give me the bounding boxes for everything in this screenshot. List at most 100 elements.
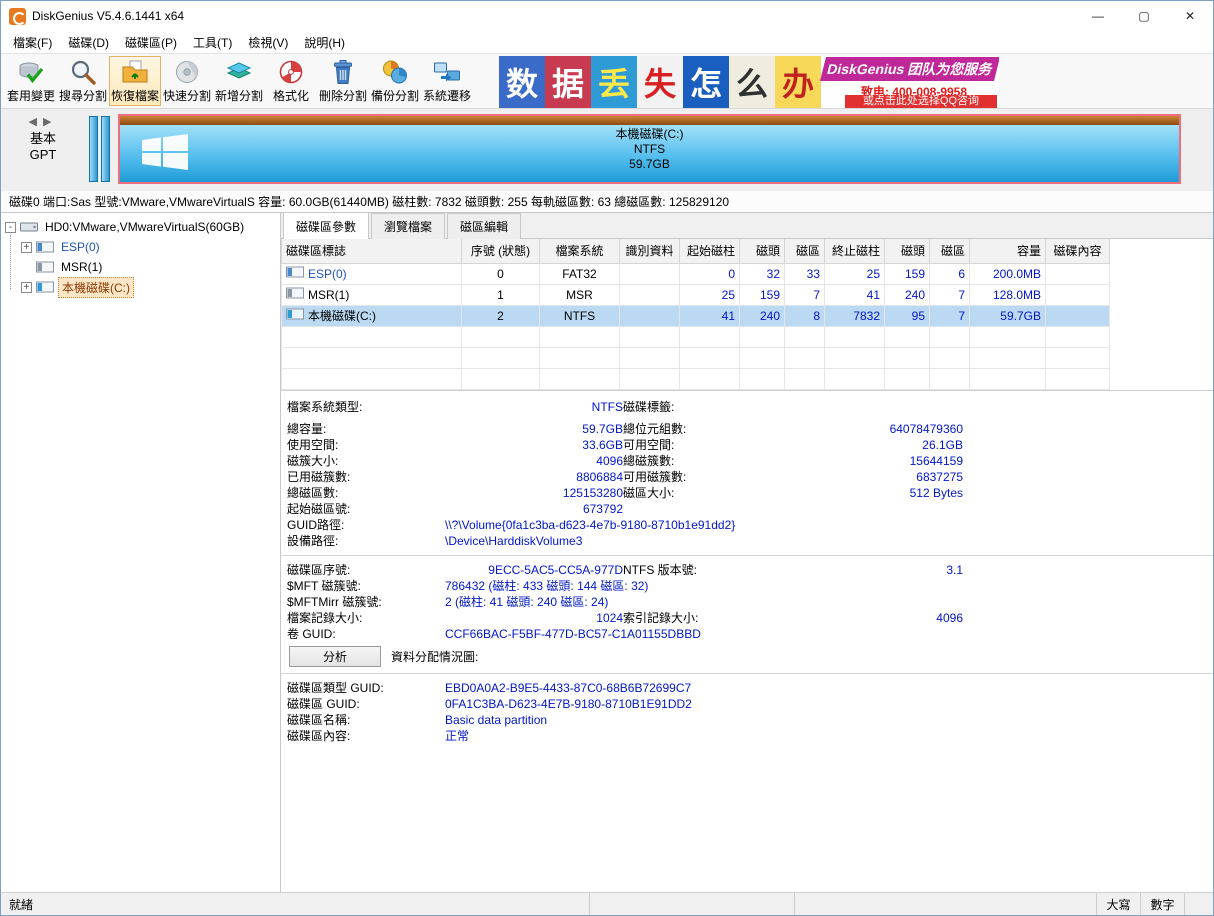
status-bar: 就緒 大寫 數字	[1, 892, 1213, 915]
toolbar-label: 套用變更	[7, 87, 55, 104]
quick-partition-button[interactable]: 快速分割	[161, 56, 213, 106]
partition-table: 磁碟區標誌 序號 (狀態) 檔案系統 識別資料 起始磁柱 磁頭 磁區 終止磁柱 …	[281, 239, 1110, 390]
search-partition-button[interactable]: 搜尋分割	[57, 56, 109, 106]
menu-tools[interactable]: 工具(T)	[185, 32, 240, 53]
tab-browse-files[interactable]: 瀏覽檔案	[371, 213, 445, 239]
tree-item-local-c[interactable]: + 本機磁碟(C:)	[5, 277, 280, 297]
toolbar-label: 恢復檔案	[111, 87, 159, 104]
menu-help[interactable]: 說明(H)	[296, 32, 353, 53]
table-empty-row	[282, 368, 1110, 389]
quick-partition-icon	[173, 58, 201, 86]
expand-icon[interactable]: +	[21, 282, 32, 293]
detail-row: GUID路徑:\\?\Volume{0fa1c3ba-d623-4e7b-918…	[287, 517, 1213, 533]
detail-row: 磁碟區內容:正常	[287, 728, 1213, 744]
detail-row: 使用空間:33.6GB可用空間:26.1GB	[287, 437, 1213, 453]
banner-char: 怎	[683, 56, 729, 108]
disk-nav-arrows[interactable]: ◀▶	[1, 115, 85, 128]
banner-qq-link[interactable]: 或点击此处选择QQ咨询	[845, 95, 997, 108]
tree-connector-line	[10, 235, 11, 289]
status-ready: 就緒	[1, 893, 589, 915]
app-window: DiskGenius V5.4.6.1441 x64 — ▢ ✕ 檔案(F) 磁…	[0, 0, 1214, 916]
partition-icon	[286, 287, 304, 302]
tab-sector-edit[interactable]: 磁區編輯	[447, 213, 521, 239]
detail-row: 磁碟區名稱:Basic data partition	[287, 712, 1213, 728]
apply-changes-button[interactable]: 套用變更	[5, 56, 57, 106]
table-row-esp[interactable]: ESP(0) 0 FAT32 0 32 33 25 159 6 200.0MB	[282, 263, 1110, 284]
recover-files-button[interactable]: 恢復檔案	[109, 56, 161, 106]
arrow-left-icon[interactable]: ◀	[29, 116, 43, 128]
table-header-row: 磁碟區標誌 序號 (狀態) 檔案系統 識別資料 起始磁柱 磁頭 磁區 終止磁柱 …	[282, 239, 1110, 263]
partition-details-panel: 檔案系統類型: NTFS 磁碟標籤: 總容量:59.7GB總位元組數:64078…	[281, 391, 1213, 893]
apply-changes-icon	[17, 58, 45, 86]
col-header: 磁區	[785, 239, 825, 263]
analyze-row: 分析 資料分配情況圖:	[289, 646, 1213, 667]
minimize-button[interactable]: —	[1075, 1, 1121, 31]
detail-row: 磁簇大小:4096總磁簇數:15644159	[287, 453, 1213, 469]
toolbar-label: 快速分割	[163, 87, 211, 104]
menu-view[interactable]: 檢視(V)	[240, 32, 296, 53]
banner-promo-area: DiskGenius 团队为您服务 致电: 400-008-9958 或点击此处…	[821, 56, 999, 108]
format-button[interactable]: 格式化	[265, 56, 317, 106]
window-title: DiskGenius V5.4.6.1441 x64	[32, 9, 184, 23]
partition-name-cell: ESP(0)	[308, 267, 347, 281]
detail-row: 設備路徑:\Device\HarddiskVolume3	[287, 533, 1213, 549]
partition-body: 本機磁碟(C:) NTFS 59.7GB	[120, 125, 1179, 182]
analyze-button[interactable]: 分析	[289, 646, 381, 667]
detail-row: 起始磁區號:673792	[287, 501, 1213, 517]
partition-size: 59.7GB	[120, 157, 1179, 172]
maximize-button[interactable]: ▢	[1121, 1, 1167, 31]
partition-table-wrap: 磁碟區標誌 序號 (狀態) 檔案系統 識別資料 起始磁柱 磁頭 磁區 終止磁柱 …	[281, 239, 1213, 391]
detail-row: 磁碟區序號:9ECC-5AC5-CC5A-977DNTFS 版本號:3.1	[287, 562, 1213, 578]
delete-partition-button[interactable]: 刪除分割	[317, 56, 369, 106]
detail-row: 卷 GUID:CCF66BAC-F5BF-477D-BC57-C1A01155D…	[287, 626, 1213, 642]
allocation-map-label: 資料分配情況圖:	[391, 648, 478, 665]
toolbar-label: 格式化	[273, 87, 309, 104]
partition-fs: NTFS	[120, 142, 1179, 157]
table-row-msr[interactable]: MSR(1) 1 MSR 25 159 7 41 240 7 128.0MB	[282, 284, 1110, 305]
collapse-icon[interactable]: -	[5, 222, 16, 233]
toolbar-label: 備份分割	[371, 87, 419, 104]
disk-icon	[20, 220, 38, 234]
arrow-right-icon[interactable]: ▶	[43, 116, 57, 128]
section-divider	[281, 555, 1213, 556]
partition-icon	[36, 241, 54, 253]
msr-mini-partition[interactable]	[101, 116, 110, 182]
tree-item-label[interactable]: ESP(0)	[58, 239, 103, 255]
disk-scheme-label: GPT	[1, 147, 85, 163]
col-header: 磁頭	[740, 239, 785, 263]
title-bar: DiskGenius V5.4.6.1441 x64 — ▢ ✕	[1, 1, 1213, 31]
tree-root-label[interactable]: HD0:VMware,VMwareVirtualS(60GB)	[42, 219, 247, 235]
banner-tiles: 数 据 丢 失 怎 么 办	[499, 56, 821, 108]
table-empty-row	[282, 347, 1110, 368]
toolbar-label: 刪除分割	[319, 87, 367, 104]
menu-disk[interactable]: 磁碟(D)	[60, 32, 117, 53]
system-migration-button[interactable]: 系統遷移	[421, 56, 473, 106]
tree-item-label[interactable]: 本機磁碟(C:)	[58, 277, 134, 298]
status-resize-grip[interactable]	[1184, 893, 1213, 915]
tree-root-disk[interactable]: - HD0:VMware,VMwareVirtualS(60GB)	[5, 217, 280, 237]
tree-item-msr[interactable]: MSR(1)	[5, 257, 280, 277]
col-header: 磁碟區標誌	[282, 239, 462, 263]
tree-item-esp[interactable]: + ESP(0)	[5, 237, 280, 257]
toolbar-label: 新增分割	[215, 87, 263, 104]
search-icon	[69, 58, 97, 86]
banner-team-text: DiskGenius 团队为您服务	[820, 57, 999, 81]
menu-file[interactable]: 檔案(F)	[5, 32, 60, 53]
partition-c-bar[interactable]: 本機磁碟(C:) NTFS 59.7GB	[118, 114, 1181, 184]
close-button[interactable]: ✕	[1167, 1, 1213, 31]
promo-banner[interactable]: 数 据 丢 失 怎 么 办 DiskGenius 团队为您服务 致电: 400-…	[499, 56, 999, 108]
partition-label-block: 本機磁碟(C:) NTFS 59.7GB	[120, 127, 1179, 172]
menu-partition[interactable]: 磁碟區(P)	[117, 32, 185, 53]
backup-partition-button[interactable]: 備份分割	[369, 56, 421, 106]
status-blank-panel	[794, 893, 1096, 915]
partition-icon	[286, 266, 304, 281]
esp-mini-partition[interactable]	[89, 116, 98, 182]
table-row-local-c[interactable]: 本機磁碟(C:) 2 NTFS 41 240 8 7832 95 7 59.7G…	[282, 305, 1110, 326]
expand-icon[interactable]: +	[21, 242, 32, 253]
col-header: 磁區	[930, 239, 970, 263]
col-header: 磁碟內容	[1046, 239, 1110, 263]
tab-partition-parameters[interactable]: 磁碟區參數	[283, 212, 369, 239]
right-panel-tabs: 磁碟區參數 瀏覽檔案 磁區編輯	[281, 213, 1213, 239]
tree-item-label[interactable]: MSR(1)	[58, 259, 105, 275]
new-partition-button[interactable]: 新增分割	[213, 56, 265, 106]
